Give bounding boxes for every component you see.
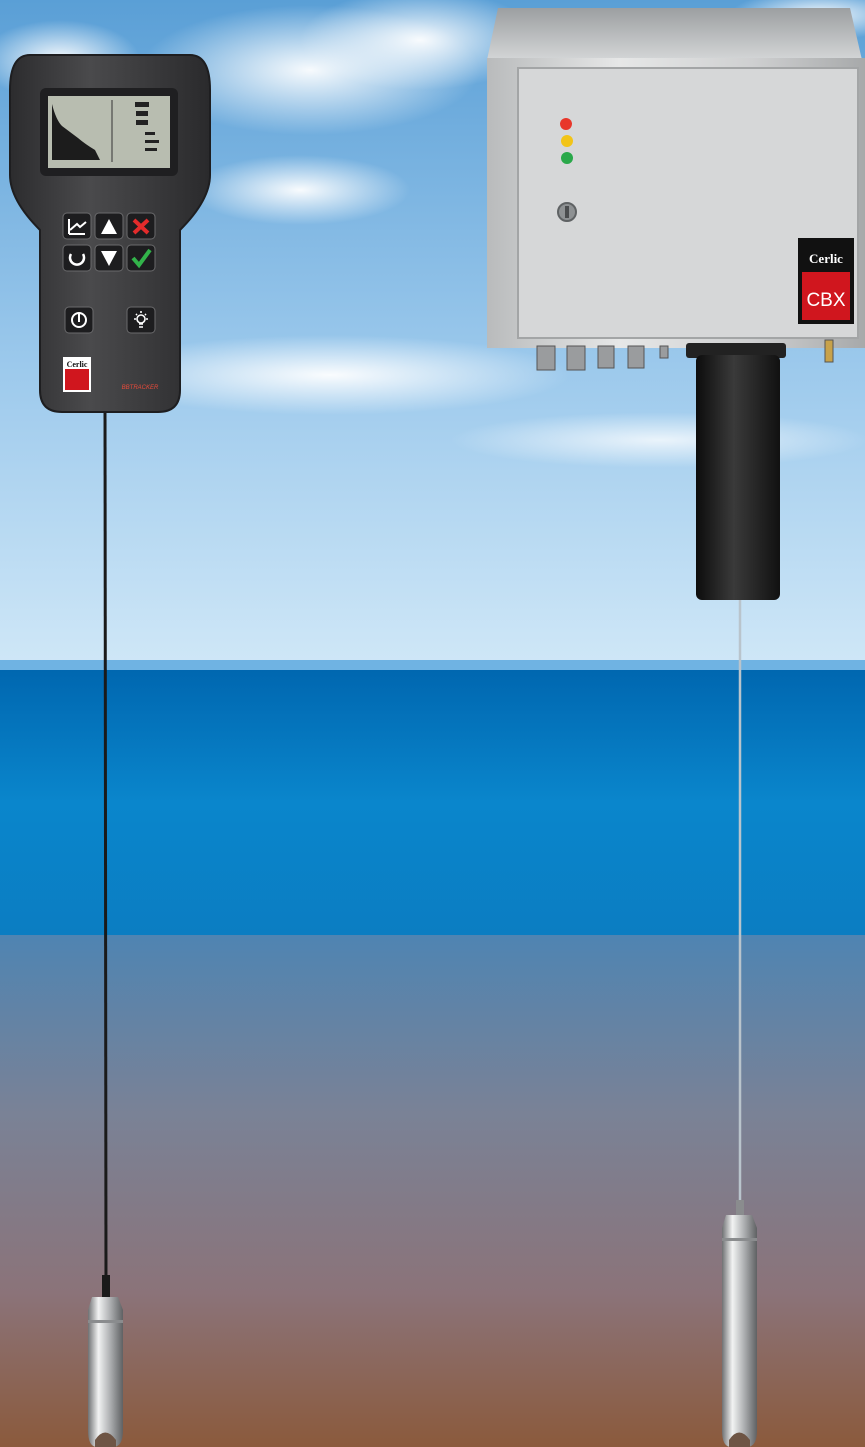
cabinet-led-red [560, 118, 572, 130]
cabinet-model: CBX [806, 290, 845, 311]
handheld-cable [103, 404, 108, 1291]
cabinet-logo: Cerlic CBX [798, 238, 854, 324]
ok-key[interactable] [126, 244, 156, 272]
cabinet-probe [722, 1200, 757, 1447]
handheld-logo: Cerlic [63, 357, 91, 392]
cabinet-led-green [561, 152, 573, 164]
refresh-key[interactable] [62, 244, 92, 272]
handheld-product-name: BBTRACKER [122, 385, 159, 391]
graph-key[interactable] [62, 212, 92, 240]
handheld-probe [88, 1275, 123, 1447]
handheld-brand: Cerlic [67, 360, 88, 369]
sensor-tube [696, 355, 780, 600]
light-key[interactable] [126, 306, 156, 334]
handheld-controller: Cerlic BBTRACKER [9, 54, 211, 413]
cabinet-led-yellow [561, 135, 573, 147]
blanket-level-scene: Cerlic BBTRACKER Cerlic CBX [0, 0, 865, 1447]
water-layer [0, 670, 865, 935]
cabinet-brand: Cerlic [809, 251, 843, 266]
